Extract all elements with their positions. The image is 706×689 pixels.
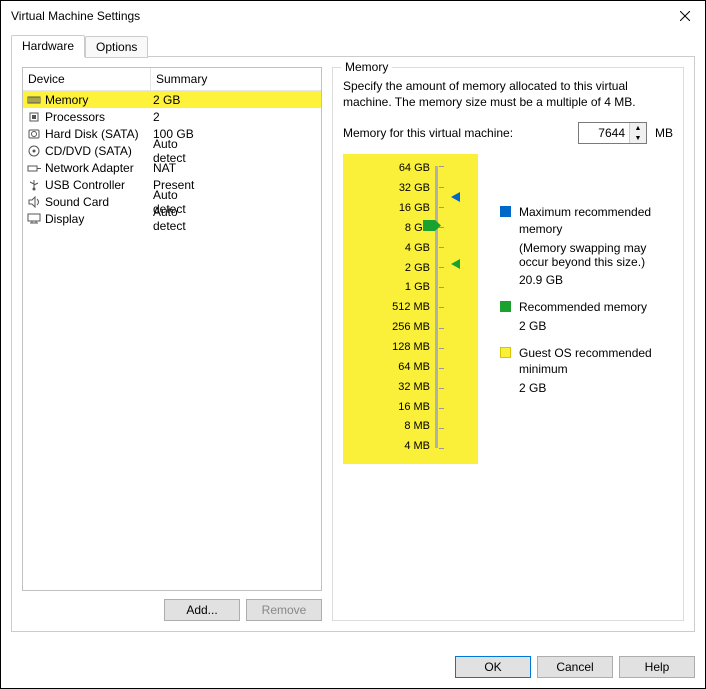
help-button[interactable]: Help bbox=[619, 656, 695, 678]
max-note: (Memory swapping may occur beyond this s… bbox=[478, 241, 673, 269]
device-name: CD/DVD (SATA) bbox=[45, 144, 153, 158]
slider-thumb-icon[interactable] bbox=[423, 220, 441, 231]
tab-hardware[interactable]: Hardware bbox=[11, 35, 85, 57]
min-label: Guest OS recommended minimum bbox=[519, 345, 673, 377]
tab-body: Device Summary Memory2 GBProcessors2Hard… bbox=[11, 56, 695, 632]
device-name: Sound Card bbox=[45, 195, 153, 209]
device-name: Display bbox=[45, 212, 153, 226]
memory-fieldset: Memory Specify the amount of memory allo… bbox=[332, 67, 684, 621]
memory-icon bbox=[26, 93, 42, 107]
window-title: Virtual Machine Settings bbox=[11, 9, 665, 23]
cancel-button[interactable]: Cancel bbox=[537, 656, 613, 678]
device-summary: NAT bbox=[153, 161, 176, 175]
rec-swatch-icon bbox=[500, 301, 511, 312]
memory-spinner[interactable]: ▲ ▼ bbox=[578, 122, 647, 144]
ok-button[interactable]: OK bbox=[455, 656, 531, 678]
scale-label: 128 MB bbox=[386, 341, 430, 353]
close-button[interactable] bbox=[665, 1, 705, 31]
add-button[interactable]: Add... bbox=[164, 599, 240, 621]
scale-label: 512 MB bbox=[386, 301, 430, 313]
rec-value: 2 GB bbox=[478, 319, 673, 333]
slider-track bbox=[435, 166, 438, 448]
memory-legend-zone: Maximum recommended memory (Memory swapp… bbox=[478, 154, 673, 464]
net-icon bbox=[26, 161, 42, 175]
device-row-net[interactable]: Network AdapterNAT bbox=[23, 159, 321, 176]
memory-unit: MB bbox=[655, 126, 673, 140]
device-row-memory[interactable]: Memory2 GB bbox=[23, 91, 321, 108]
rec-marker-icon bbox=[451, 259, 460, 269]
tab-options[interactable]: Options bbox=[85, 36, 148, 58]
scale-label: 16 GB bbox=[386, 202, 430, 214]
min-swatch-icon bbox=[500, 347, 511, 358]
scale-label: 4 GB bbox=[386, 242, 430, 254]
scale-label: 32 MB bbox=[386, 381, 430, 393]
device-row-display[interactable]: DisplayAuto detect bbox=[23, 210, 321, 227]
memory-input-label: Memory for this virtual machine: bbox=[343, 126, 513, 140]
cd-icon bbox=[26, 144, 42, 158]
device-name: Memory bbox=[45, 93, 153, 107]
device-name: USB Controller bbox=[45, 178, 153, 192]
max-value: 20.9 GB bbox=[478, 273, 673, 287]
memory-input[interactable] bbox=[579, 123, 629, 143]
max-label: Maximum recommended memory bbox=[519, 204, 673, 236]
device-row-cd[interactable]: CD/DVD (SATA)Auto detect bbox=[23, 142, 321, 159]
scale-label: 8 MB bbox=[386, 420, 430, 432]
usb-icon bbox=[26, 178, 42, 192]
max-marker-icon bbox=[451, 192, 460, 202]
tab-bar: Hardware Options bbox=[11, 35, 695, 57]
device-list-header: Device Summary bbox=[23, 68, 321, 91]
memory-slider[interactable]: 64 GB32 GB16 GB8 GB4 GB2 GB1 GB512 MB256… bbox=[343, 154, 478, 464]
rec-label: Recommended memory bbox=[519, 299, 647, 315]
scale-label: 4 MB bbox=[386, 440, 430, 452]
spinner-down-icon[interactable]: ▼ bbox=[630, 133, 646, 143]
device-name: Hard Disk (SATA) bbox=[45, 127, 153, 141]
scale-label: 256 MB bbox=[386, 321, 430, 333]
device-summary: 2 GB bbox=[153, 93, 180, 107]
scale-label: 2 GB bbox=[386, 262, 430, 274]
settings-window: Virtual Machine Settings Hardware Option… bbox=[0, 0, 706, 689]
device-list: Device Summary Memory2 GBProcessors2Hard… bbox=[22, 67, 322, 591]
cpu-icon bbox=[26, 110, 42, 124]
device-summary: 2 bbox=[153, 110, 160, 124]
sound-icon bbox=[26, 195, 42, 209]
scale-label: 64 GB bbox=[386, 162, 430, 174]
remove-button[interactable]: Remove bbox=[246, 599, 322, 621]
memory-legend: Memory bbox=[341, 60, 392, 74]
max-swatch-icon bbox=[500, 206, 511, 217]
scale-label: 32 GB bbox=[386, 182, 430, 194]
col-device[interactable]: Device bbox=[23, 68, 151, 90]
min-value: 2 GB bbox=[478, 381, 673, 395]
display-icon bbox=[26, 212, 42, 226]
scale-label: 64 MB bbox=[386, 361, 430, 373]
device-name: Network Adapter bbox=[45, 161, 153, 175]
device-name: Processors bbox=[45, 110, 153, 124]
device-summary: Auto detect bbox=[153, 205, 186, 233]
col-summary[interactable]: Summary bbox=[151, 68, 321, 90]
hdd-icon bbox=[26, 127, 42, 141]
footer-buttons: OK Cancel Help bbox=[455, 656, 695, 678]
scale-label: 1 GB bbox=[386, 281, 430, 293]
titlebar: Virtual Machine Settings bbox=[1, 1, 705, 31]
scale-label: 16 MB bbox=[386, 401, 430, 413]
memory-desc: Specify the amount of memory allocated t… bbox=[343, 78, 673, 110]
device-row-cpu[interactable]: Processors2 bbox=[23, 108, 321, 125]
spinner-up-icon[interactable]: ▲ bbox=[630, 123, 646, 133]
